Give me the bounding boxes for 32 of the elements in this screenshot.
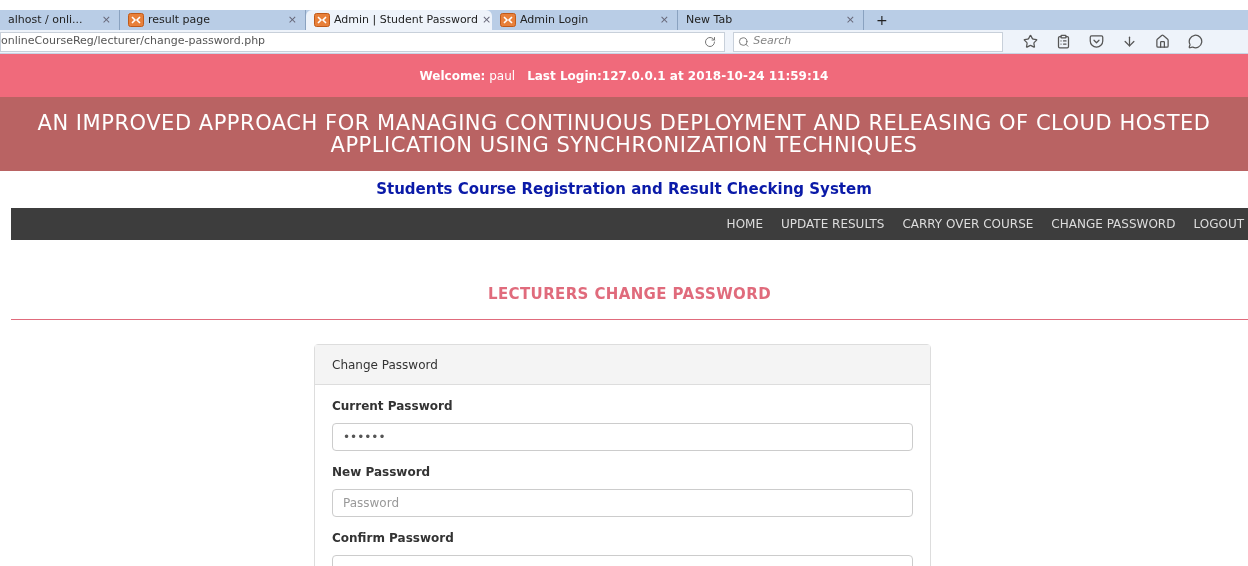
tab-title: alhost / onli... bbox=[8, 11, 84, 28]
banner-title: AN IMPROVED APPROACH FOR MANAGING CONTINUOUS DEPLOYMENT AND RELEASING OF CLOUD HOSTED APPLICATION USING SYNCHRONIZATION TECHNIQUES bbox=[36, 112, 1212, 156]
nav-link[interactable]: HOME bbox=[726, 215, 763, 233]
browser-tab[interactable]: Admin | Student Password × bbox=[306, 10, 492, 30]
address-bar[interactable]: onlineCourseReg/lecturer/change-password.php bbox=[0, 31, 725, 52]
tab-close-button[interactable]: × bbox=[659, 11, 669, 29]
field-label: Current Password bbox=[332, 398, 454, 415]
password-field[interactable]: Password bbox=[332, 489, 913, 517]
welcome-text: Welcome: paul bbox=[419, 67, 516, 85]
search-input[interactable]: Search bbox=[753, 33, 998, 50]
nav-link[interactable]: LOGOUT bbox=[1193, 215, 1244, 233]
tab-close-button[interactable]: × bbox=[287, 11, 297, 29]
system-subtitle: Students Course Registration and Result Checking System bbox=[376, 179, 872, 201]
page-heading: LECTURERS CHANGE PASSWORD bbox=[488, 283, 771, 305]
tab-title: result page bbox=[148, 11, 212, 28]
search-field[interactable]: Search bbox=[733, 31, 1003, 52]
panel-title: Change Password bbox=[332, 356, 438, 374]
last-login-text: Last Login:127.0.0.1 at 2018-10-24 11:59:14 bbox=[527, 67, 829, 85]
password-field[interactable]: •••••• bbox=[332, 423, 913, 451]
new-tab-button[interactable]: + bbox=[864, 10, 900, 30]
field-label: New Password bbox=[332, 464, 432, 481]
tab-close-button[interactable]: × bbox=[101, 11, 111, 29]
tab-title: New Tab bbox=[686, 11, 734, 28]
tab-title: Admin Login bbox=[520, 11, 590, 28]
nav-link[interactable]: UPDATE RESULTS bbox=[781, 215, 885, 233]
nav-link[interactable]: CARRY OVER COURSE bbox=[902, 215, 1034, 233]
url-text: onlineCourseReg/lecturer/change-password.php bbox=[1, 33, 267, 50]
nav-link[interactable]: CHANGE PASSWORD bbox=[1051, 215, 1176, 233]
tab-title: Admin | Student Password bbox=[334, 11, 478, 28]
tab-close-button[interactable]: × bbox=[481, 11, 492, 29]
tab-close-button[interactable]: × bbox=[845, 11, 855, 29]
field-label: Confirm Password bbox=[332, 530, 455, 547]
